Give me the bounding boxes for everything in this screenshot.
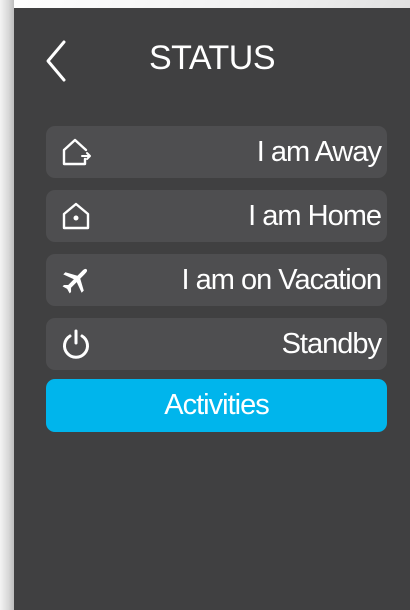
status-option-label: Standby — [281, 328, 382, 360]
airplane-icon — [60, 264, 92, 296]
house-icon — [60, 200, 92, 232]
status-option-label: I am on Vacation — [181, 264, 382, 296]
house-exit-icon — [60, 136, 92, 168]
header: STATUS — [14, 28, 410, 88]
status-option-standby[interactable]: Standby — [46, 318, 387, 370]
power-icon — [60, 328, 92, 360]
activities-button[interactable]: Activities — [46, 379, 387, 432]
status-option-vacation[interactable]: I am on Vacation — [46, 254, 387, 306]
status-option-away[interactable]: I am Away — [46, 126, 387, 178]
status-panel: STATUS I am Away I am Home I am on Vacat… — [14, 8, 410, 610]
status-option-label: I am Home — [248, 200, 382, 232]
page-title: STATUS — [148, 39, 276, 77]
device-frame-edge — [0, 0, 14, 610]
status-option-label: I am Away — [256, 136, 382, 168]
status-option-home[interactable]: I am Home — [46, 190, 387, 242]
activities-label: Activities — [164, 389, 269, 421]
